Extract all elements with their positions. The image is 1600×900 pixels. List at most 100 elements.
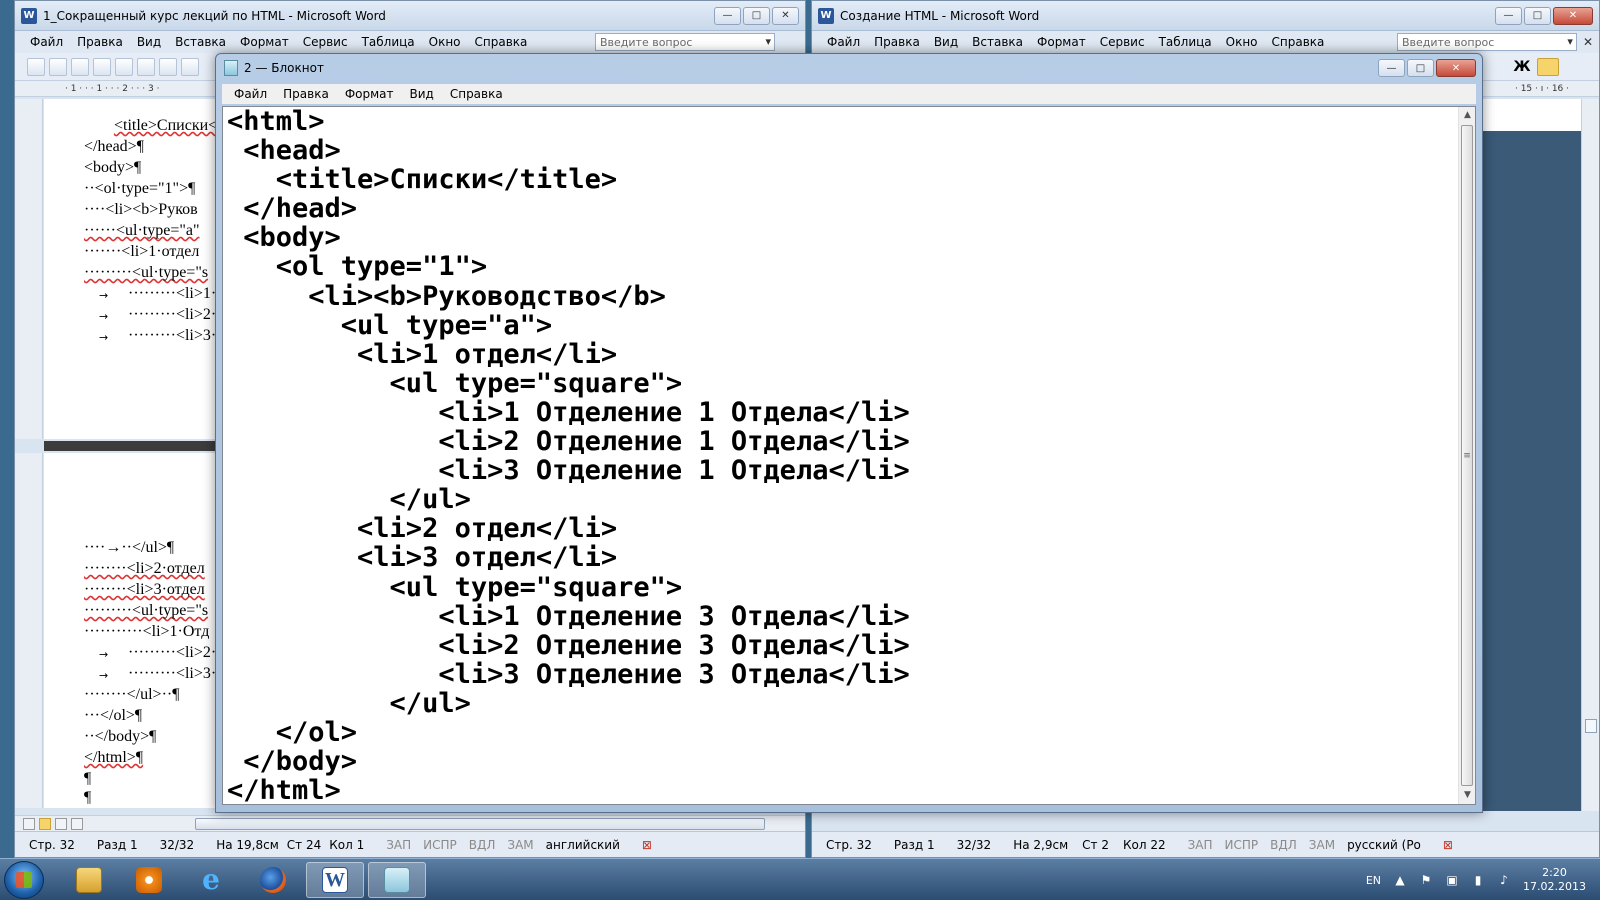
email-icon[interactable]	[115, 57, 133, 76]
status-position: На 2,9см	[1013, 837, 1069, 852]
status-language[interactable]: русский (Ро	[1347, 838, 1421, 852]
scroll-thumb[interactable]	[1461, 125, 1473, 786]
menu-edit[interactable]: Правка	[867, 35, 927, 49]
close-button[interactable]: ✕	[1553, 6, 1593, 25]
normal-view-icon[interactable]	[23, 817, 35, 830]
spelling-status-icon[interactable]: ⊠	[1443, 838, 1453, 852]
doc-line: ······<ul·type="a"	[84, 222, 200, 239]
doc-line: ··</body>¶	[84, 728, 157, 745]
menu-window[interactable]: Окно	[422, 35, 468, 49]
close-document-icon[interactable]: ✕	[1583, 35, 1593, 49]
spelling-status-icon[interactable]: ⊠	[642, 838, 652, 852]
close-button[interactable]: ✕	[772, 6, 799, 25]
status-ovr[interactable]: ЗАМ	[1309, 838, 1335, 852]
taskbar-app-explorer[interactable]	[60, 862, 118, 898]
status-ext[interactable]: ВДЛ	[469, 838, 496, 852]
print-icon[interactable]	[137, 57, 155, 76]
start-button[interactable]	[4, 861, 44, 899]
permission-icon[interactable]	[93, 57, 111, 76]
word-app-icon: W	[21, 7, 37, 24]
scroll-up-icon[interactable]: ▲	[1459, 107, 1475, 124]
menu-edit[interactable]: Правка	[70, 35, 130, 49]
menu-format[interactable]: Формат	[337, 87, 402, 101]
status-language[interactable]: английский	[546, 838, 620, 852]
volume-icon[interactable]: ♪	[1497, 873, 1511, 887]
taskbar-app-firefox[interactable]	[244, 862, 302, 898]
status-trk[interactable]: ИСПР	[1225, 838, 1259, 852]
print-layout-icon[interactable]	[55, 817, 67, 830]
editor-content[interactable]: <html> <head> <title>Списки</title> </he…	[227, 107, 910, 804]
menu-help[interactable]: Справка	[1265, 35, 1332, 49]
save-icon[interactable]	[71, 57, 89, 76]
maximize-button[interactable]: □	[1407, 59, 1434, 77]
horizontal-scrollbar[interactable]	[15, 815, 805, 831]
print-preview-icon[interactable]	[159, 57, 177, 76]
vertical-scrollbar[interactable]: ▲ ▼	[1458, 107, 1475, 804]
reading-layout-icon[interactable]	[71, 817, 83, 830]
status-ext[interactable]: ВДЛ	[1270, 838, 1297, 852]
menu-tools[interactable]: Сервис	[1093, 35, 1152, 49]
menu-table[interactable]: Таблица	[1152, 35, 1219, 49]
status-rec[interactable]: ЗАП	[1188, 838, 1213, 852]
menu-help[interactable]: Справка	[468, 35, 535, 49]
close-button[interactable]: ✕	[1436, 59, 1476, 77]
menu-insert[interactable]: Вставка	[168, 35, 233, 49]
status-bar: Стр. 32 Разд 1 32/32 На 2,9см Ст 2 Кол 2…	[812, 831, 1599, 857]
network-icon[interactable]: ▮	[1471, 873, 1485, 887]
vertical-scrollbar[interactable]	[1581, 99, 1599, 811]
taskbar-app-internet-explorer[interactable]: e	[182, 862, 240, 898]
menu-file[interactable]: Файл	[23, 35, 70, 49]
numbered-list-icon[interactable]	[1537, 57, 1559, 76]
taskbar-app-media-player[interactable]	[120, 862, 178, 898]
menu-file[interactable]: Файл	[820, 35, 867, 49]
status-rec[interactable]: ЗАП	[386, 838, 411, 852]
scroll-down-icon[interactable]: ▼	[1459, 787, 1475, 804]
menu-insert[interactable]: Вставка	[965, 35, 1030, 49]
bold-button[interactable]: Ж	[1511, 59, 1533, 75]
doc-line: ·········<ul·type="s	[84, 264, 209, 281]
minimize-button[interactable]: —	[1495, 6, 1522, 25]
maximize-button[interactable]: □	[743, 6, 770, 25]
menu-table[interactable]: Таблица	[355, 35, 422, 49]
title-bar[interactable]: W 1_Сокращенный курс лекций по HTML - Mi…	[15, 1, 805, 31]
menu-file[interactable]: Файл	[226, 87, 275, 101]
ask-question-input[interactable]: Введите вопрос	[595, 33, 775, 51]
menu-help[interactable]: Справка	[442, 87, 511, 101]
status-trk[interactable]: ИСПР	[423, 838, 457, 852]
status-ovr[interactable]: ЗАМ	[507, 838, 533, 852]
new-document-icon[interactable]	[27, 57, 45, 76]
taskbar-app-notepad[interactable]	[368, 862, 426, 898]
menu-edit[interactable]: Правка	[275, 87, 337, 101]
web-layout-icon[interactable]	[39, 817, 51, 830]
open-folder-icon[interactable]	[49, 57, 67, 76]
minimize-button[interactable]: —	[1378, 59, 1405, 77]
title-bar[interactable]: W Создание HTML - Microsoft Word — □ ✕	[812, 1, 1599, 31]
menu-view[interactable]: Вид	[927, 35, 965, 49]
vertical-ruler-bottom[interactable]	[15, 453, 43, 808]
show-hidden-icons-icon[interactable]: ▲	[1393, 873, 1407, 887]
system-tray: EN ▲ ⚑ ▣ ▮ ♪ 2:20 17.02.2013	[1366, 859, 1586, 900]
action-center-icon[interactable]: ⚑	[1419, 873, 1433, 887]
taskbar-app-word[interactable]: W	[306, 862, 364, 898]
clock[interactable]: 2:20 17.02.2013	[1523, 866, 1586, 894]
menu-format[interactable]: Формат	[1030, 35, 1093, 49]
maximize-button[interactable]: □	[1524, 6, 1551, 25]
scroll-thumb[interactable]	[195, 817, 765, 830]
menu-view[interactable]: Вид	[130, 35, 168, 49]
title-bar[interactable]: 2 — Блокнот — □ ✕	[216, 54, 1482, 82]
device-icon[interactable]: ▣	[1445, 873, 1459, 887]
ask-question-input[interactable]: Введите вопрос	[1396, 33, 1577, 51]
doc-line: ··<ol·type="1">¶	[84, 180, 196, 197]
scroll-thumb[interactable]	[1585, 719, 1597, 733]
menu-format[interactable]: Формат	[233, 35, 296, 49]
menu-tools[interactable]: Сервис	[296, 35, 355, 49]
language-indicator[interactable]: EN	[1366, 874, 1381, 887]
doc-line: ·········<li>3·О	[128, 665, 228, 682]
minimize-button[interactable]: —	[714, 6, 741, 25]
text-editor[interactable]: <html> <head> <title>Списки</title> </he…	[222, 106, 1476, 805]
notepad-window[interactable]: 2 — Блокнот — □ ✕ Файл Правка Формат Вид…	[215, 53, 1483, 813]
vertical-ruler-top[interactable]	[15, 99, 43, 439]
spelling-icon[interactable]	[181, 57, 199, 76]
menu-view[interactable]: Вид	[402, 87, 442, 101]
menu-window[interactable]: Окно	[1219, 35, 1265, 49]
